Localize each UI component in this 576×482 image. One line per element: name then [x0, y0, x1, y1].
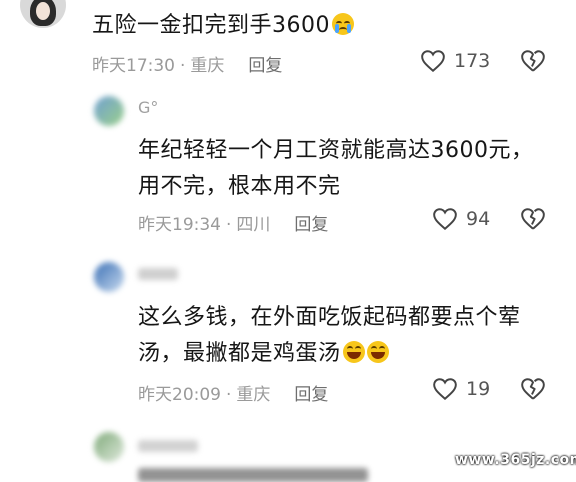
heart-icon — [421, 50, 445, 73]
comment-text: 这么多钱，在外面吃饭起码都要点个荤 汤，最撇都是鸡蛋汤 — [138, 300, 521, 372]
comment-meta: 昨天19:34 · 四川 回复 — [138, 215, 329, 235]
username[interactable] — [138, 440, 198, 452]
broken-heart-icon — [521, 208, 545, 230]
comment-text-line: 这么多钱，在外面吃饭起码都要点个荤 — [138, 305, 521, 330]
avatar[interactable] — [20, 0, 66, 28]
like-button[interactable]: 94 — [432, 207, 490, 231]
like-count: 173 — [454, 50, 491, 72]
dislike-button[interactable] — [520, 49, 546, 77]
comment-location: 重庆 — [190, 56, 225, 76]
username[interactable] — [138, 268, 178, 280]
watermark: www.365jz.com — [455, 452, 576, 468]
avatar[interactable] — [94, 96, 124, 126]
laughing-emoji-icon — [366, 341, 389, 363]
dislike-button[interactable] — [520, 207, 546, 235]
broken-heart-icon — [521, 50, 545, 72]
comment-text-obscured — [138, 468, 368, 482]
comment-time: 昨天20:09 — [138, 385, 221, 405]
comment-text: 五险一金扣完到手3600 — [92, 8, 354, 44]
heart-icon — [433, 378, 457, 401]
comment-text-line-2: 汤，最撇都是鸡蛋汤 — [138, 336, 521, 372]
reply-button[interactable]: 回复 — [294, 215, 328, 235]
comment-text-line: 年纪轻轻一个月工资就能高达3600元， — [138, 138, 534, 163]
comment-location: 重庆 — [236, 385, 271, 405]
username[interactable]: G° — [138, 98, 158, 117]
comment-text: 年纪轻轻一个月工资就能高达3600元， 用不完，根本用不完 — [138, 133, 534, 205]
reply-button[interactable]: 回复 — [248, 56, 282, 76]
comment-meta: 昨天20:09 · 重庆 回复 — [138, 385, 329, 405]
avatar[interactable] — [94, 432, 124, 462]
like-button[interactable]: 19 — [432, 377, 490, 401]
laughing-emoji-icon — [342, 341, 365, 363]
reply-button[interactable]: 回复 — [294, 385, 328, 405]
comment-text-content: 汤，最撇都是鸡蛋汤 — [138, 341, 341, 366]
comment-time: 昨天17:30 — [92, 56, 175, 76]
like-count: 94 — [466, 208, 491, 230]
comment-meta: 昨天17:30 · 重庆 回复 — [92, 56, 283, 76]
dislike-button[interactable] — [520, 377, 546, 405]
comment-text-content: 五险一金扣完到手3600 — [92, 13, 330, 38]
comment-text-line: 用不完，根本用不完 — [138, 174, 341, 199]
heart-icon — [433, 208, 457, 231]
comment-time: 昨天19:34 — [138, 215, 221, 235]
comment-location: 四川 — [236, 215, 271, 235]
broken-heart-icon — [521, 378, 545, 400]
crying-emoji-icon — [332, 13, 354, 35]
like-count: 19 — [466, 378, 491, 400]
avatar[interactable] — [94, 262, 124, 292]
like-button[interactable]: 173 — [420, 49, 490, 73]
